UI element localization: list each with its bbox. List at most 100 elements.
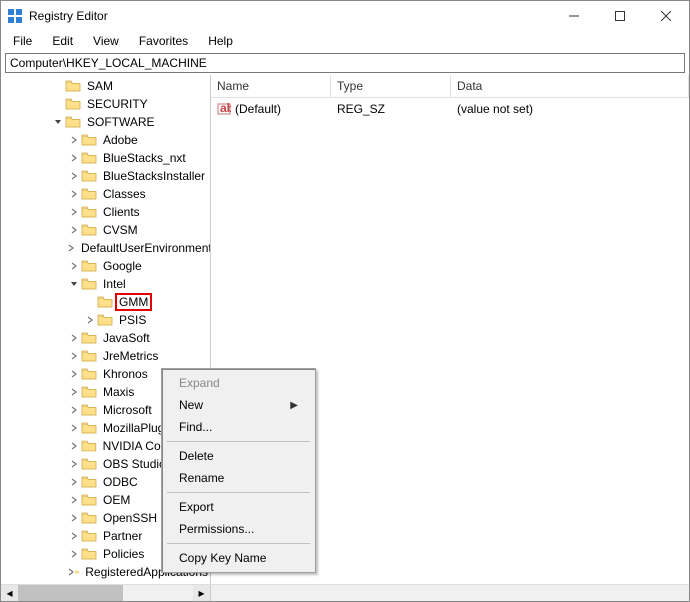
tree-node[interactable]: Classes xyxy=(67,185,210,203)
chevron-right-icon[interactable] xyxy=(67,511,81,525)
context-menu-item[interactable]: Find... xyxy=(165,416,312,438)
chevron-right-icon[interactable] xyxy=(67,493,81,507)
value-data: (value not set) xyxy=(451,100,689,118)
context-menu-item[interactable]: Export xyxy=(165,496,312,518)
tree-node-label: Classes xyxy=(101,187,148,201)
chevron-right-icon[interactable] xyxy=(67,349,81,363)
scroll-right-arrow-icon[interactable]: ▸ xyxy=(193,585,210,601)
tree-node[interactable]: SECURITY xyxy=(51,95,210,113)
menu-favorites[interactable]: Favorites xyxy=(131,32,196,50)
value-row[interactable]: ab (Default) REG_SZ (value not set) xyxy=(211,98,689,120)
chevron-down-icon[interactable] xyxy=(51,115,65,129)
scroll-left-arrow-icon[interactable]: ◂ xyxy=(1,585,18,601)
tree-node[interactable]: JreMetrics xyxy=(67,347,210,365)
values-header: Name Type Data xyxy=(211,75,689,98)
chevron-right-icon[interactable] xyxy=(67,367,81,381)
folder-icon xyxy=(65,97,81,111)
chevron-right-icon[interactable] xyxy=(67,331,81,345)
tree-node[interactable]: Windows xyxy=(67,581,210,584)
context-menu-item-label: Find... xyxy=(179,420,212,434)
tree-node-label: ODBC xyxy=(101,475,140,489)
value-type: REG_SZ xyxy=(331,100,451,118)
folder-icon xyxy=(97,313,113,327)
tree-node[interactable]: BlueStacks_nxt xyxy=(67,149,210,167)
tree-node[interactable]: Adobe xyxy=(67,131,210,149)
folder-icon xyxy=(81,367,97,381)
horizontal-scrollbar[interactable]: ◂ ▸ xyxy=(1,584,689,601)
context-menu-item[interactable]: Permissions... xyxy=(165,518,312,540)
folder-icon xyxy=(65,79,81,93)
chevron-right-icon[interactable] xyxy=(67,223,81,237)
folder-icon xyxy=(81,385,97,399)
chevron-right-icon[interactable] xyxy=(67,259,81,273)
chevron-right-icon[interactable] xyxy=(67,133,81,147)
folder-icon xyxy=(81,331,97,345)
tree-node[interactable]: SAM xyxy=(51,77,210,95)
chevron-down-icon[interactable] xyxy=(67,277,81,291)
tree-node-label: GMM xyxy=(115,293,152,311)
tree-node[interactable]: BlueStacksInstaller xyxy=(67,167,210,185)
context-menu-item[interactable]: Delete xyxy=(165,445,312,467)
folder-icon xyxy=(81,511,97,525)
folder-icon xyxy=(81,439,97,453)
address-bar[interactable]: Computer\HKEY_LOCAL_MACHINE xyxy=(5,53,685,73)
scroll-thumb[interactable] xyxy=(18,585,123,601)
tree-node[interactable]: JavaSoft xyxy=(67,329,210,347)
tree-node-label: Partner xyxy=(101,529,144,543)
chevron-right-icon[interactable] xyxy=(67,529,81,543)
tree-node-label: Windows xyxy=(101,583,154,584)
tree-node[interactable]: CVSM xyxy=(67,221,210,239)
folder-icon xyxy=(81,583,97,584)
maximize-icon xyxy=(615,11,625,21)
maximize-button[interactable] xyxy=(597,1,643,31)
tree-node-label: OEM xyxy=(101,493,132,507)
context-menu-item[interactable]: Rename xyxy=(165,467,312,489)
chevron-right-icon[interactable] xyxy=(67,565,75,579)
tree-node[interactable]: Intel xyxy=(67,275,210,293)
tree-node[interactable]: DefaultUserEnvironment xyxy=(67,239,210,257)
chevron-right-icon[interactable] xyxy=(67,439,81,453)
context-menu-item-label: Rename xyxy=(179,471,224,485)
folder-icon xyxy=(81,223,97,237)
menu-view[interactable]: View xyxy=(85,32,127,50)
chevron-right-icon[interactable] xyxy=(67,475,81,489)
tree-node[interactable]: Clients xyxy=(67,203,210,221)
context-menu-item-label: New xyxy=(179,398,203,412)
context-menu-separator xyxy=(167,441,310,442)
menu-help[interactable]: Help xyxy=(200,32,241,50)
chevron-right-icon[interactable] xyxy=(67,187,81,201)
chevron-right-icon[interactable] xyxy=(67,385,81,399)
chevron-right-icon[interactable] xyxy=(83,313,97,327)
chevron-right-icon[interactable] xyxy=(67,457,81,471)
folder-icon xyxy=(81,421,97,435)
column-header-name[interactable]: Name xyxy=(211,75,331,97)
column-header-data[interactable]: Data xyxy=(451,75,689,97)
folder-icon xyxy=(81,475,97,489)
folder-icon xyxy=(81,169,97,183)
folder-icon xyxy=(81,529,97,543)
tree-node[interactable]: Google xyxy=(67,257,210,275)
submenu-arrow-icon: ▶ xyxy=(290,400,298,411)
tree-node-label: Policies xyxy=(101,547,146,561)
chevron-right-icon[interactable] xyxy=(67,583,81,584)
folder-icon xyxy=(81,259,97,273)
menu-file[interactable]: File xyxy=(5,32,40,50)
chevron-right-icon[interactable] xyxy=(67,205,81,219)
chevron-right-icon[interactable] xyxy=(67,169,81,183)
tree-node[interactable]: GMM xyxy=(83,293,210,311)
context-menu-item[interactable]: New ▶ xyxy=(165,394,312,416)
chevron-right-icon[interactable] xyxy=(67,421,81,435)
chevron-right-icon[interactable] xyxy=(67,151,81,165)
chevron-right-icon[interactable] xyxy=(67,547,81,561)
chevron-right-icon[interactable] xyxy=(67,403,81,417)
menu-edit[interactable]: Edit xyxy=(44,32,81,50)
tree-node[interactable]: PSIS xyxy=(83,311,210,329)
chevron-right-icon[interactable] xyxy=(67,241,75,255)
folder-icon xyxy=(81,133,97,147)
context-menu-item[interactable]: Copy Key Name xyxy=(165,547,312,569)
column-header-type[interactable]: Type xyxy=(331,75,451,97)
close-button[interactable] xyxy=(643,1,689,31)
tree-node-label: Khronos xyxy=(101,367,150,381)
tree-node[interactable]: SOFTWARE xyxy=(51,113,210,131)
minimize-button[interactable] xyxy=(551,1,597,31)
